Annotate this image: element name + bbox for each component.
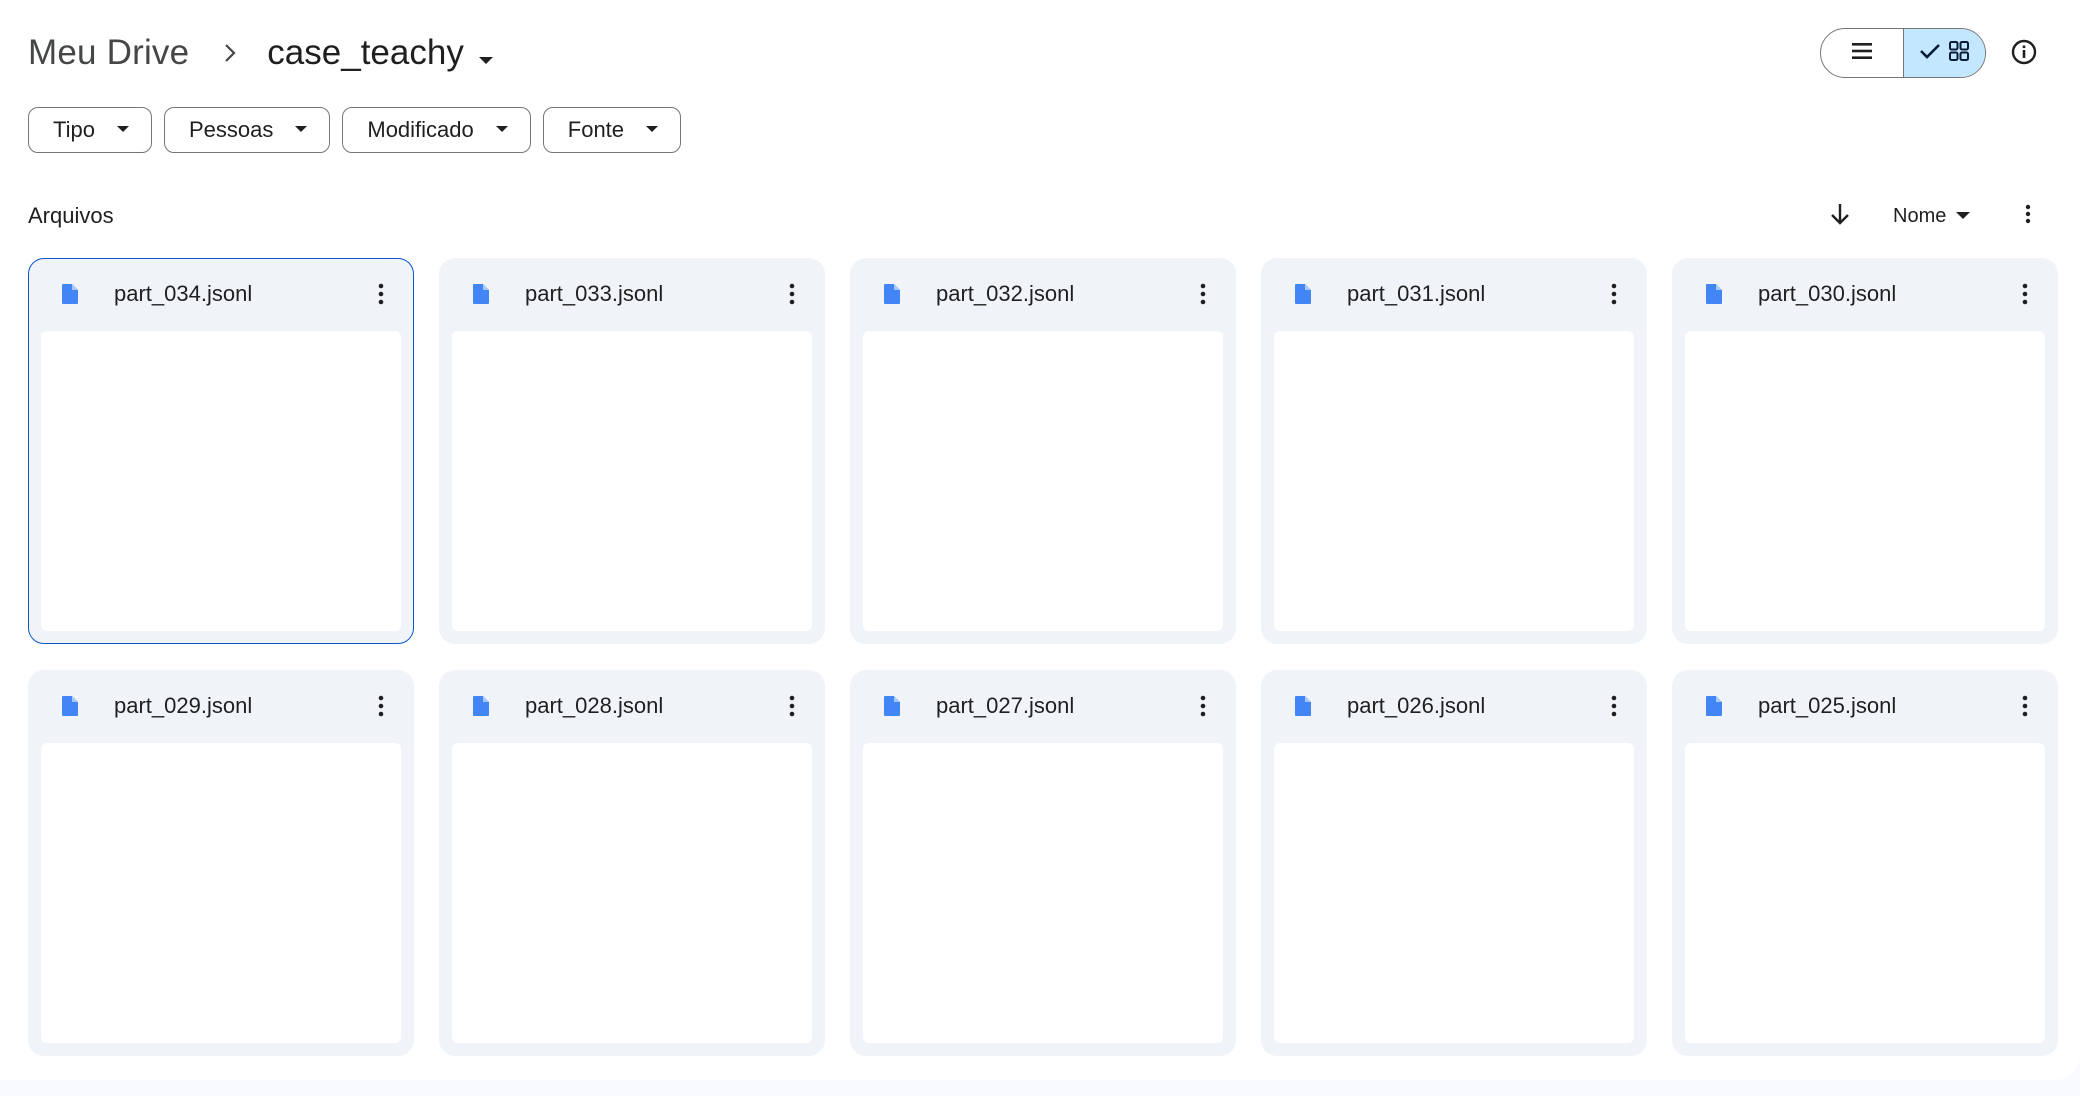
- more-vert-icon[interactable]: [363, 687, 399, 725]
- file-card[interactable]: part_026.jsonl: [1261, 670, 1647, 1056]
- file-name: part_033.jsonl: [525, 281, 664, 306]
- more-vert-icon[interactable]: [774, 687, 810, 725]
- document-icon: [59, 695, 81, 717]
- list-view-button[interactable]: [1821, 29, 1903, 77]
- file-thumbnail: [1685, 743, 2045, 1043]
- file-card[interactable]: part_031.jsonl: [1261, 258, 1647, 644]
- more-vert-icon[interactable]: [774, 275, 810, 313]
- filter-source-chip[interactable]: Fonte: [542, 107, 682, 153]
- filter-label: Fonte: [567, 117, 625, 142]
- more-vert-icon[interactable]: [1185, 275, 1221, 313]
- sort-field-label: Nome: [1893, 204, 1947, 227]
- more-vert-icon[interactable]: [1185, 687, 1221, 725]
- more-vert-icon[interactable]: [1596, 687, 1632, 725]
- filter-label: Tipo: [53, 117, 95, 142]
- file-name: part_025.jsonl: [1758, 693, 1897, 718]
- document-icon: [881, 695, 903, 717]
- drive-page: Meu Drive case_teachy Tipo Pessoas Modif…: [0, 0, 2080, 1080]
- file-name: part_030.jsonl: [1758, 281, 1897, 306]
- file-card[interactable]: part_027.jsonl: [850, 670, 1236, 1056]
- breadcrumb-root[interactable]: Meu Drive: [28, 33, 189, 73]
- caret-down-icon: [116, 126, 129, 134]
- sort-direction-button[interactable]: [1820, 196, 1860, 236]
- file-thumbnail: [1274, 331, 1634, 631]
- details-button[interactable]: [2002, 32, 2046, 76]
- caret-down-icon: [646, 126, 659, 134]
- grid-icon: [1949, 40, 1970, 66]
- more-options-button[interactable]: [2010, 196, 2046, 236]
- breadcrumb-current-folder[interactable]: case_teachy: [267, 31, 494, 75]
- file-thumbnail: [863, 331, 1223, 631]
- arrow-down-icon: [1829, 202, 1851, 231]
- file-thumbnail: [863, 743, 1223, 1043]
- file-card[interactable]: part_030.jsonl: [1672, 258, 2058, 644]
- chevron-right-icon: [223, 42, 237, 64]
- file-name: part_028.jsonl: [525, 693, 664, 718]
- more-vert-icon[interactable]: [2007, 687, 2043, 725]
- filter-people-chip[interactable]: Pessoas: [163, 107, 331, 153]
- filter-type-chip[interactable]: Tipo: [28, 107, 152, 153]
- more-vert-icon: [2025, 204, 2031, 229]
- document-icon: [1703, 695, 1725, 717]
- file-name: part_026.jsonl: [1347, 693, 1486, 718]
- file-name: part_032.jsonl: [936, 281, 1075, 306]
- document-icon: [59, 283, 81, 305]
- more-vert-icon[interactable]: [1596, 275, 1632, 313]
- document-icon: [470, 283, 492, 305]
- filter-modified-chip[interactable]: Modificado: [342, 107, 531, 153]
- document-icon: [1292, 283, 1314, 305]
- document-icon: [470, 695, 492, 717]
- grid-view-button[interactable]: [1902, 29, 1985, 77]
- filter-bar: Tipo Pessoas Modificado Fonte: [28, 107, 682, 153]
- file-card[interactable]: part_034.jsonl: [28, 258, 414, 644]
- info-icon: [2010, 38, 2038, 71]
- filter-label: Modificado: [367, 117, 474, 142]
- filter-label: Pessoas: [188, 117, 274, 142]
- caret-down-icon: [1956, 212, 1971, 220]
- caret-down-icon: [495, 126, 508, 134]
- file-card[interactable]: part_032.jsonl: [850, 258, 1236, 644]
- file-card[interactable]: part_033.jsonl: [439, 258, 825, 644]
- sort-field-button[interactable]: Nome: [1893, 198, 1971, 234]
- file-thumbnail: [452, 743, 812, 1043]
- file-thumbnail: [1685, 331, 2045, 631]
- file-thumbnail: [41, 331, 401, 631]
- more-vert-icon[interactable]: [2007, 275, 2043, 313]
- file-card[interactable]: part_025.jsonl: [1672, 670, 2058, 1056]
- list-icon: [1850, 41, 1874, 66]
- file-thumbnail: [41, 743, 401, 1043]
- file-grid: part_034.jsonl part_033.jsonl part_032.j…: [28, 258, 2060, 1056]
- file-name: part_031.jsonl: [1347, 281, 1486, 306]
- file-card[interactable]: part_029.jsonl: [28, 670, 414, 1056]
- document-icon: [881, 283, 903, 305]
- caret-down-icon: [478, 35, 494, 75]
- file-thumbnail: [452, 331, 812, 631]
- file-name: part_034.jsonl: [114, 281, 253, 306]
- file-name: part_027.jsonl: [936, 693, 1075, 718]
- file-name: part_029.jsonl: [114, 693, 253, 718]
- breadcrumb-current-label: case_teachy: [267, 33, 464, 72]
- files-section-title: Arquivos: [28, 203, 114, 228]
- file-card[interactable]: part_028.jsonl: [439, 670, 825, 1056]
- view-toggle: [1820, 28, 1986, 78]
- check-icon: [1919, 42, 1941, 65]
- file-thumbnail: [1274, 743, 1634, 1043]
- more-vert-icon[interactable]: [363, 275, 399, 313]
- breadcrumb: Meu Drive case_teachy: [28, 26, 494, 80]
- document-icon: [1703, 283, 1725, 305]
- document-icon: [1292, 695, 1314, 717]
- caret-down-icon: [295, 126, 308, 134]
